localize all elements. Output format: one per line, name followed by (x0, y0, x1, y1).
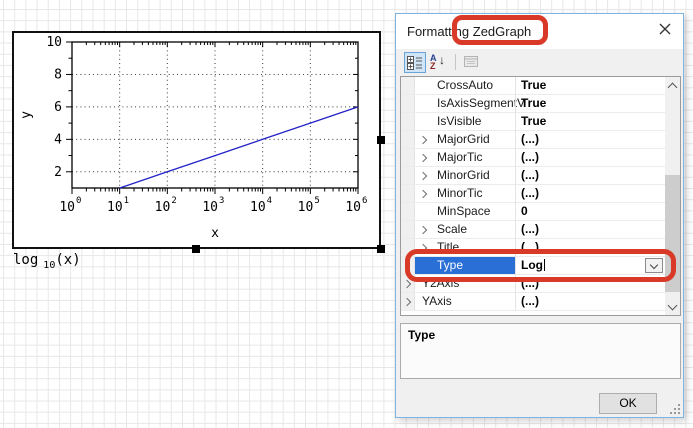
row-gutter (401, 167, 415, 184)
property-value: (...) (521, 185, 539, 202)
property-value: True (521, 113, 546, 130)
property-value: (...) (521, 221, 539, 238)
property-name: MajorGrid (437, 131, 490, 148)
property-value: 0 (521, 203, 528, 220)
x-tick-label: 10 (345, 200, 361, 215)
x-tick-exponent: 1 (124, 196, 129, 206)
property-name: IsAxisSegmentV (437, 95, 525, 112)
resize-handle-bottom-right[interactable] (377, 245, 385, 253)
zedgraph-plot: 246810100101102103104105106xy (14, 33, 379, 247)
row-gutter (401, 221, 415, 238)
row-gutter (401, 77, 415, 94)
property-row-minspace[interactable]: MinSpace 0 (401, 203, 665, 221)
resize-grip[interactable] (670, 404, 680, 414)
x-tick-label: 10 (155, 200, 171, 215)
x-tick-exponent: 0 (76, 196, 81, 206)
formula-argument: (x) (55, 252, 80, 268)
y-axis-title: y (19, 111, 34, 119)
formula-base: log (13, 252, 38, 268)
x-tick-label: 10 (202, 200, 218, 215)
property-row-yaxis[interactable]: YAxis (...) (401, 293, 665, 311)
x-tick-exponent: 4 (267, 196, 272, 206)
property-name: MinorTic (437, 185, 483, 202)
sort-alphabetical-icon[interactable]: AZ↓ (427, 52, 449, 73)
data-line-log10x (120, 107, 358, 188)
property-value: True (521, 77, 546, 94)
property-row-minorgrid[interactable]: MinorGrid (...) (401, 167, 665, 185)
x-tick-label: 10 (298, 200, 314, 215)
formatting-window: Formatting ZedGraph AZ↓ CrossAutoTru (395, 13, 684, 418)
description-title: Type (408, 328, 435, 342)
property-value: True (521, 95, 546, 112)
property-pages-icon[interactable] (461, 52, 483, 73)
property-row-majorgrid[interactable]: MajorGrid (...) (401, 131, 665, 149)
x-axis-title: x (211, 226, 219, 241)
resize-handle-bottom[interactable] (192, 245, 200, 253)
curve-formula-label: log 10(x) (13, 252, 81, 271)
categorized-icon[interactable] (404, 52, 426, 73)
formula-subscript: 10 (43, 260, 55, 271)
property-value: (...) (521, 149, 539, 166)
x-tick-exponent: 5 (314, 196, 319, 206)
y-tick-label: 6 (54, 100, 62, 115)
property-name: MinSpace (437, 203, 490, 220)
zedgraph-control[interactable]: 246810100101102103104105106xy (12, 31, 381, 249)
y-tick-label: 8 (54, 67, 62, 82)
ok-button[interactable]: OK (599, 393, 657, 414)
designer-surface: 246810100101102103104105106xy log10(x) F… (0, 0, 693, 428)
property-row-isvisible[interactable]: IsVisible True (401, 113, 665, 131)
expand-chevron-icon[interactable] (419, 172, 427, 180)
toolbar-separator (455, 54, 456, 70)
row-gutter (401, 185, 415, 202)
row-gutter (401, 149, 415, 166)
x-tick-exponent: 2 (171, 196, 176, 206)
scroll-up-icon[interactable] (665, 77, 680, 94)
property-name: YAxis (422, 293, 452, 310)
property-name: IsVisible (437, 113, 481, 130)
x-tick-exponent: 3 (219, 196, 224, 206)
property-row-crossauto[interactable]: CrossAuto True (401, 77, 665, 95)
x-tick-exponent: 6 (362, 196, 367, 206)
resize-handle-right[interactable] (377, 136, 385, 144)
scroll-down-icon[interactable] (665, 298, 680, 315)
row-gutter (401, 95, 415, 112)
annotation-title-highlight (452, 15, 548, 45)
property-name: MajorTic (437, 149, 483, 166)
row-gutter (401, 131, 415, 148)
expand-chevron-icon[interactable] (419, 154, 427, 162)
property-row-scale[interactable]: Scale (...) (401, 221, 665, 239)
expand-chevron-icon[interactable] (419, 226, 427, 234)
property-value: (...) (521, 293, 539, 310)
property-name: Scale (437, 221, 467, 238)
property-value: (...) (521, 131, 539, 148)
y-tick-label: 10 (46, 35, 62, 50)
row-gutter (401, 113, 415, 130)
close-icon[interactable] (655, 22, 675, 42)
expand-chevron-icon[interactable] (419, 190, 427, 198)
description-panel: Type (400, 323, 681, 379)
expand-chevron-icon[interactable] (419, 136, 427, 144)
property-value: (...) (521, 167, 539, 184)
row-gutter (401, 203, 415, 220)
property-name: CrossAuto (437, 77, 493, 94)
x-tick-label: 10 (59, 200, 75, 215)
x-tick-label: 10 (107, 200, 123, 215)
y-tick-label: 4 (54, 132, 62, 147)
annotation-type-row-highlight (405, 249, 676, 282)
x-tick-label: 10 (250, 200, 266, 215)
property-row-minortic[interactable]: MinorTic (...) (401, 185, 665, 203)
property-row-majortic[interactable]: MajorTic (...) (401, 149, 665, 167)
property-name: MinorGrid (437, 167, 490, 184)
property-row-isaxissegmentv[interactable]: IsAxisSegmentVTrue (401, 95, 665, 113)
y-tick-label: 2 (54, 165, 62, 180)
